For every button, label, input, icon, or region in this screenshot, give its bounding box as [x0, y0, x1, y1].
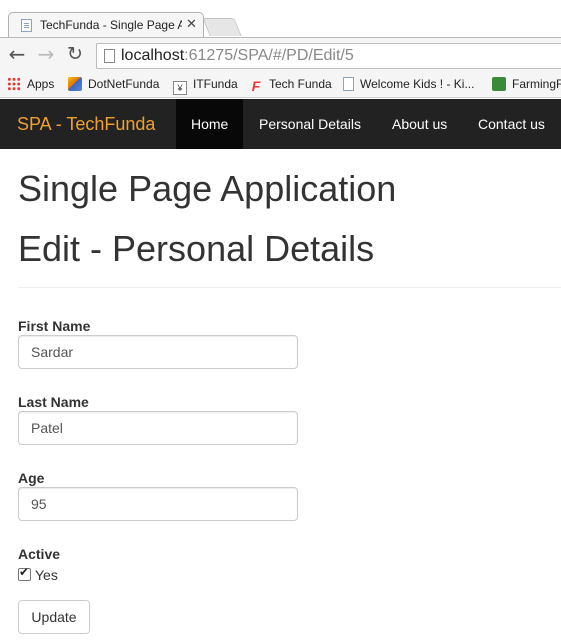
- bookmark-apps[interactable]: Apps: [7, 77, 54, 93]
- bookmark-label: Apps: [27, 77, 55, 91]
- active-label: Active: [18, 546, 61, 562]
- active-option-label: Yes: [35, 567, 58, 583]
- bookmark-label: ITFunda: [193, 77, 238, 91]
- farming-icon: [492, 77, 506, 91]
- browser-toolbar: ← → ↻ localhost:61275/SPA/#/PD/Edit/5: [0, 38, 561, 72]
- last-name-label: Last Name: [18, 394, 89, 410]
- forward-arrow-icon[interactable]: →: [35, 43, 57, 65]
- page-icon: [343, 77, 354, 91]
- app-title: Single Page Application: [18, 168, 397, 209]
- page-icon: [104, 49, 115, 63]
- brand-link[interactable]: SPA - TechFunda: [17, 114, 155, 135]
- close-icon[interactable]: ✕: [186, 17, 197, 32]
- back-arrow-icon[interactable]: ←: [6, 43, 28, 65]
- first-name-field[interactable]: [18, 335, 298, 369]
- techfunda-icon: F: [251, 78, 261, 94]
- bookmark-dotnetfunda[interactable]: DotNetFunda: [68, 77, 159, 93]
- bookmark-techfunda[interactable]: F Tech Funda: [249, 77, 332, 93]
- age-label: Age: [18, 470, 45, 486]
- nav-about-us[interactable]: About us: [377, 99, 462, 149]
- browser-tab[interactable]: TechFunda - Single Page Application ✕: [8, 12, 204, 38]
- bookmark-label: DotNetFunda: [88, 77, 160, 91]
- tab-strip: TechFunda - Single Page Application ✕: [0, 0, 561, 40]
- nav-personal-details[interactable]: Personal Details: [244, 99, 376, 149]
- bookmark-itfunda[interactable]: ¥ ITFunda: [173, 77, 238, 95]
- divider: [18, 287, 561, 288]
- app-navbar: SPA - TechFunda Home Personal Details Ab…: [0, 99, 561, 149]
- bookmark-label: Welcome Kids ! - Ki...: [360, 77, 475, 91]
- bookmarks-bar: Apps DotNetFunda ¥ ITFunda F Tech Funda We…: [0, 72, 561, 98]
- new-tab-button[interactable]: [202, 18, 242, 36]
- url-host: localhost: [121, 47, 185, 64]
- apps-grid-icon: [7, 77, 21, 91]
- active-checkbox[interactable]: [18, 565, 31, 581]
- itfunda-icon: ¥: [173, 81, 187, 95]
- address-bar[interactable]: localhost:61275/SPA/#/PD/Edit/5: [96, 43, 561, 69]
- bookmark-label: Tech Funda: [269, 77, 332, 91]
- page-title: Edit - Personal Details: [18, 228, 375, 269]
- nav-contact-us[interactable]: Contact us: [463, 99, 560, 149]
- nav-home[interactable]: Home: [176, 99, 244, 149]
- page-favicon-icon: [21, 19, 32, 32]
- tab-title: TechFunda - Single Page Application: [40, 18, 182, 32]
- last-name-field[interactable]: [18, 411, 298, 445]
- reload-icon[interactable]: ↻: [64, 43, 86, 65]
- update-button[interactable]: Update: [18, 600, 90, 634]
- first-name-label: First Name: [18, 318, 91, 334]
- url-path: :61275/SPA/#/PD/Edit/5: [184, 47, 354, 64]
- dotnetfunda-icon: [68, 77, 82, 91]
- url-text[interactable]: localhost:61275/SPA/#/PD/Edit/5: [121, 47, 354, 65]
- bookmark-farming[interactable]: FarmingF: [492, 77, 561, 93]
- age-field[interactable]: [18, 487, 298, 521]
- bookmark-welcome-kids[interactable]: Welcome Kids ! - Ki...: [343, 77, 474, 93]
- bookmark-label: FarmingF: [512, 77, 561, 91]
